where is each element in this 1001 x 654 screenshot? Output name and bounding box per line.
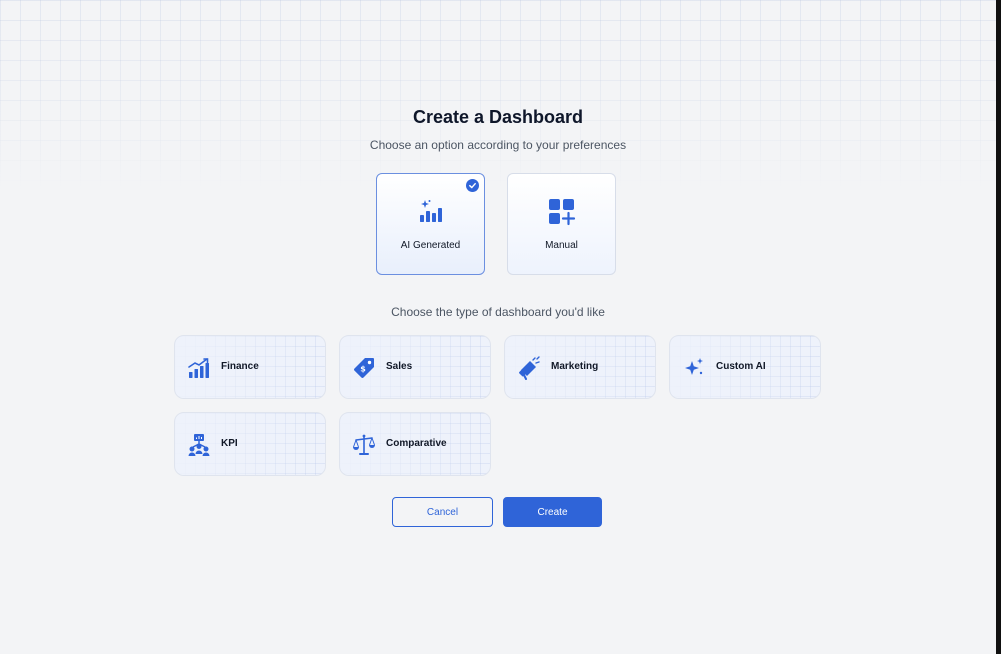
type-label: Sales (386, 361, 413, 372)
type-label: Finance (221, 361, 259, 372)
price-tag-icon: $ (352, 356, 376, 380)
grid-plus-icon (508, 198, 615, 226)
grid-background (0, 0, 996, 190)
svg-text:$: $ (360, 365, 366, 374)
kpi-network-icon (187, 433, 211, 457)
balance-scale-icon (352, 433, 376, 457)
type-card-kpi[interactable]: KPI (174, 412, 326, 476)
type-card-finance[interactable]: Finance (174, 335, 326, 399)
mode-card-manual[interactable]: Manual (507, 173, 616, 275)
type-label: Comparative (386, 438, 447, 449)
dialog-title: Create a Dashboard (412, 107, 584, 127)
window-edge (996, 0, 1001, 654)
type-card-comparative[interactable]: Comparative (339, 412, 491, 476)
create-dashboard-page: Create a Dashboard Choose an option acco… (0, 0, 1001, 654)
ai-chart-icon (377, 198, 484, 226)
check-icon (466, 179, 479, 192)
dashboard-type-prompt: Choose the type of dashboard you'd like (391, 305, 605, 319)
type-card-sales[interactable]: $ Sales (339, 335, 491, 399)
create-button[interactable]: Create (503, 497, 602, 527)
type-label: Marketing (551, 361, 599, 372)
sparkle-icon (682, 356, 706, 380)
dialog-subtitle: Choose an option according to your prefe… (369, 138, 627, 152)
cancel-button[interactable]: Cancel (392, 497, 493, 527)
megaphone-icon (517, 356, 541, 380)
type-card-marketing[interactable]: Marketing (504, 335, 656, 399)
type-card-custom-ai[interactable]: Custom AI (669, 335, 821, 399)
finance-chart-icon (187, 356, 211, 380)
mode-label: AI Generated (400, 240, 461, 251)
mode-card-ai-generated[interactable]: AI Generated (376, 173, 485, 275)
mode-label: Manual (545, 240, 578, 251)
type-label: Custom AI (716, 361, 766, 372)
type-label: KPI (221, 438, 238, 449)
